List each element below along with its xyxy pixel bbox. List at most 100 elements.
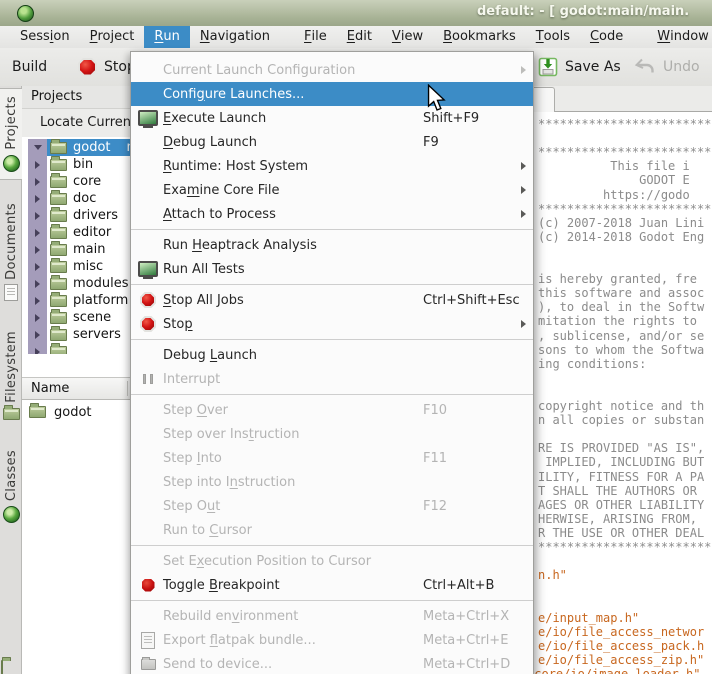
expander-closed-icon[interactable] — [28, 280, 47, 288]
sidebar-tab-filesystem[interactable]: Filesystem — [0, 324, 22, 427]
submenu-arrow-icon — [521, 186, 526, 194]
save-as-icon — [538, 57, 558, 77]
menu-item-label: Current Launch Configuration — [163, 63, 355, 78]
save-as-button[interactable]: Save As — [538, 52, 621, 82]
name-column-header[interactable]: Name — [31, 381, 69, 396]
undo-button[interactable]: Undo — [634, 52, 700, 82]
menubar-item-file[interactable]: File — [294, 26, 337, 48]
sidebar-tab-documents[interactable]: Documents — [0, 196, 22, 309]
menu-item-icon-slot — [137, 154, 159, 178]
menu-item-step-out[interactable]: Step OutF12 — [131, 494, 533, 518]
menu-item-icon-slot — [137, 343, 159, 367]
menubar-item-bookmarks[interactable]: Bookmarks — [433, 26, 526, 48]
menu-item-label: Execute Launch — [163, 111, 266, 126]
menu-item-label: Attach to Process — [163, 207, 276, 222]
expander-closed-icon[interactable] — [28, 314, 47, 322]
menu-item-stop-all-jobs[interactable]: Stop All JobsCtrl+Shift+Esc — [131, 288, 533, 312]
menu-item-step-into[interactable]: Step IntoF11 — [131, 446, 533, 470]
menu-item-runtime-host-system[interactable]: Runtime: Host System — [131, 154, 533, 178]
sidebar-tab-label: Documents — [4, 203, 19, 280]
menu-item-toggle-breakpoint[interactable]: Toggle BreakpointCtrl+Alt+B — [131, 573, 533, 597]
expander-closed-icon[interactable] — [28, 229, 47, 237]
menu-item-label: Rebuild environment — [163, 609, 298, 624]
expander-closed-icon[interactable] — [28, 195, 47, 203]
menubar-item-run[interactable]: Run — [144, 26, 190, 48]
menu-item-interrupt[interactable]: Interrupt — [131, 367, 533, 391]
menubar-item-edit[interactable]: Edit — [337, 26, 382, 48]
menu-item-run-to-cursor[interactable]: Run to Cursor — [131, 518, 533, 542]
menu-item-shortcut: F12 — [423, 499, 447, 514]
expander-closed-icon[interactable] — [28, 263, 47, 271]
document-icon — [137, 628, 159, 652]
window-title: default: - [ godot:main/main. — [477, 4, 689, 19]
folder-icon — [50, 295, 67, 307]
stop-icon — [137, 312, 159, 336]
menu-item-label: Step over Instruction — [163, 427, 299, 442]
expander-closed-icon[interactable] — [28, 212, 47, 220]
tree-item-label: platform — [73, 293, 128, 308]
menubar-item-navigation[interactable]: Navigation — [190, 26, 280, 48]
tree-item-label: modules — [73, 276, 129, 291]
menu-item-step-over[interactable]: Step OverF10 — [131, 398, 533, 422]
folder-icon — [50, 278, 67, 290]
menu-item-icon-slot — [137, 130, 159, 154]
build-button[interactable]: Build — [12, 52, 47, 82]
column-separator[interactable] — [127, 381, 128, 396]
menu-item-examine-core-file[interactable]: Examine Core File — [131, 178, 533, 202]
menu-item-icon-slot — [137, 446, 159, 470]
menu-item-label: Configure Launches... — [163, 87, 304, 102]
tree-item-label: servers — [73, 327, 121, 342]
menu-item-label: Run Heaptrack Analysis — [163, 238, 317, 253]
menubar-item-session[interactable]: Session — [10, 26, 80, 48]
menu-item-rebuild-environment[interactable]: Rebuild environmentMeta+Ctrl+X — [131, 604, 533, 628]
menubar-item-view[interactable]: View — [382, 26, 433, 48]
menu-item-attach-to-process[interactable]: Attach to Process — [131, 202, 533, 226]
folder-icon — [50, 261, 67, 273]
tree-item-label: doc — [73, 191, 96, 206]
menu-item-current-launch-configuration[interactable]: Current Launch Configuration — [131, 58, 533, 82]
menubar-item-project[interactable]: Project — [80, 26, 145, 48]
expander-closed-icon[interactable] — [28, 161, 47, 169]
menu-item-label: Runtime: Host System — [163, 159, 308, 174]
expander-closed-icon[interactable] — [28, 331, 47, 339]
left-dock-tabbar: Projects Documents Filesystem Classes — [0, 86, 22, 674]
menu-item-icon-slot — [137, 470, 159, 494]
menu-item-icon-slot — [137, 604, 159, 628]
menu-item-step-over-instruction[interactable]: Step over Instruction — [131, 422, 533, 446]
menu-item-debug-launch[interactable]: Debug Launch — [131, 343, 533, 367]
folder-icon — [50, 244, 67, 256]
expander-closed-icon[interactable] — [28, 297, 47, 305]
expander-closed-icon[interactable] — [28, 348, 47, 355]
tree-item-label: bin — [73, 157, 93, 172]
menu-item-run-all-tests[interactable]: Run All Tests — [131, 257, 533, 281]
menu-item-shortcut: F9 — [423, 135, 439, 150]
menu-item-execute-launch[interactable]: Execute LaunchShift+F9 — [131, 106, 533, 130]
menu-item-debug-launch[interactable]: Debug LaunchF9 — [131, 130, 533, 154]
expander-closed-icon[interactable] — [28, 246, 47, 254]
expander-closed-icon[interactable] — [28, 178, 47, 186]
build-button-label: Build — [12, 59, 47, 75]
folder-icon — [137, 652, 159, 674]
sidebar-tab-label: Classes — [4, 450, 19, 501]
menu-item-run-heaptrack-analysis[interactable]: Run Heaptrack Analysis — [131, 233, 533, 257]
menu-item-step-into-instruction[interactable]: Step into Instruction — [131, 470, 533, 494]
menubar-item-window[interactable]: Window — [647, 26, 712, 48]
menu-item-configure-launches[interactable]: Configure Launches... — [131, 82, 533, 106]
sidebar-tab-classes[interactable]: Classes — [0, 443, 22, 530]
submenu-arrow-icon — [521, 320, 526, 328]
menu-item-export-flatpak-bundle[interactable]: Export flatpak bundle...Meta+Ctrl+E — [131, 628, 533, 652]
menu-item-icon-slot — [137, 398, 159, 422]
titlebar[interactable]: default: - [ godot:main/main. — [0, 0, 712, 27]
folder-icon — [50, 329, 67, 341]
menu-item-shortcut: Ctrl+Shift+Esc — [423, 293, 520, 308]
sidebar-tab-projects[interactable]: Projects — [0, 88, 22, 180]
mouse-cursor — [427, 84, 446, 116]
menu-item-set-execution-position-to-cursor[interactable]: Set Execution Position to Cursor — [131, 549, 533, 573]
menubar-item-tools[interactable]: Tools — [526, 26, 580, 48]
menu-item-label: Send to device... — [163, 657, 272, 672]
sidebar-tab-label: Filesystem — [4, 331, 19, 403]
expander-open-icon[interactable] — [28, 145, 47, 150]
menubar-item-code[interactable]: Code — [580, 26, 633, 48]
menu-item-send-to-device[interactable]: Send to device...Meta+Ctrl+D — [131, 652, 533, 674]
menu-item-stop[interactable]: Stop — [131, 312, 533, 336]
